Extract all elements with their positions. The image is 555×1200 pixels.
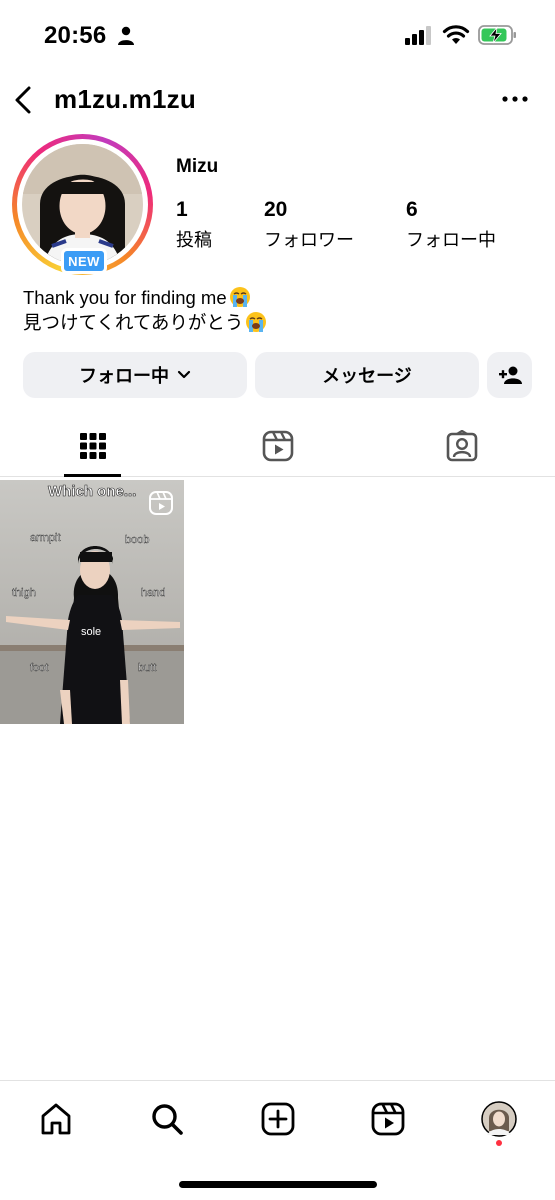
new-badge: NEW (61, 248, 107, 274)
chevron-down-icon (177, 370, 191, 379)
post-label: foot (30, 662, 49, 674)
following-count: 6 (406, 198, 418, 221)
following-stat[interactable]: 6 フォロー中 (406, 198, 496, 252)
message-button[interactable]: メッセージ (255, 352, 479, 398)
status-time: 20:56 (44, 22, 107, 49)
selected-tab-indicator (64, 474, 121, 477)
grid-icon (79, 433, 106, 459)
tagged-icon (446, 430, 478, 462)
nav-home[interactable] (36, 1099, 76, 1139)
profile-tabs (0, 415, 555, 477)
followers-label: フォロワー (264, 230, 354, 250)
followers-stat[interactable]: 20 フォロワー (264, 198, 354, 252)
posts-count: 1 (176, 198, 188, 221)
post-thumbnail[interactable]: Which one... armpit boob thigh hand sole… (0, 480, 184, 724)
more-options-icon[interactable] (500, 92, 530, 106)
nav-create[interactable] (258, 1099, 298, 1139)
bio-line-text: 見つけてくれてありがとう (23, 312, 244, 333)
followers-count: 20 (264, 198, 288, 221)
loudly-crying-face-emoji-icon (229, 287, 250, 307)
cellular-signal-icon (405, 26, 431, 45)
reel-caption: Which one... (48, 483, 137, 501)
profile-header: m1zu.m1zu (0, 78, 555, 122)
person-icon (118, 26, 134, 45)
following-label: フォロー中 (406, 230, 496, 250)
profile-avatar (481, 1101, 517, 1137)
bio-line: Thank you for finding me (23, 285, 267, 310)
avatar (22, 144, 143, 265)
message-button-label: メッセージ (322, 366, 412, 386)
post-label: sole (81, 626, 102, 638)
display-name: Mizu (176, 156, 219, 177)
create-icon (261, 1102, 295, 1136)
tab-tagged[interactable] (434, 415, 490, 477)
nav-profile[interactable] (479, 1099, 519, 1139)
bio-line: 見つけてくれてありがとう (23, 310, 267, 335)
status-bar: 20:56 (0, 0, 555, 70)
battery-charging-icon (478, 25, 516, 45)
following-button-label: フォロー中 (79, 366, 169, 386)
loudly-crying-face-emoji-icon (246, 312, 267, 332)
tab-reels[interactable] (250, 415, 306, 477)
home-icon (41, 1103, 71, 1135)
bio-line-text: Thank you for finding me (23, 287, 227, 308)
reels-icon (262, 430, 294, 462)
tab-posts-grid[interactable] (64, 415, 121, 477)
add-user-icon (498, 366, 522, 384)
posts-stat: 1 投稿 (176, 198, 212, 252)
back-chevron-icon[interactable] (12, 84, 34, 116)
post-label: boob (125, 534, 150, 546)
suggested-users-button[interactable] (487, 352, 532, 398)
home-indicator (179, 1181, 377, 1188)
post-label: butt (138, 662, 157, 674)
following-button[interactable]: フォロー中 (23, 352, 247, 398)
post-label: hand (141, 587, 166, 599)
notification-dot (496, 1140, 502, 1146)
search-icon (152, 1104, 183, 1135)
post-label: thigh (12, 587, 36, 599)
nav-reels[interactable] (368, 1099, 408, 1139)
username: m1zu.m1zu (54, 84, 196, 114)
post-label: armpit (30, 532, 61, 544)
posts-label: 投稿 (176, 230, 212, 250)
reels-icon (371, 1102, 405, 1136)
nav-search[interactable] (147, 1099, 187, 1139)
wifi-icon (442, 25, 470, 44)
bio: Thank you for finding me 見つけてくれてありがとう (23, 285, 267, 335)
